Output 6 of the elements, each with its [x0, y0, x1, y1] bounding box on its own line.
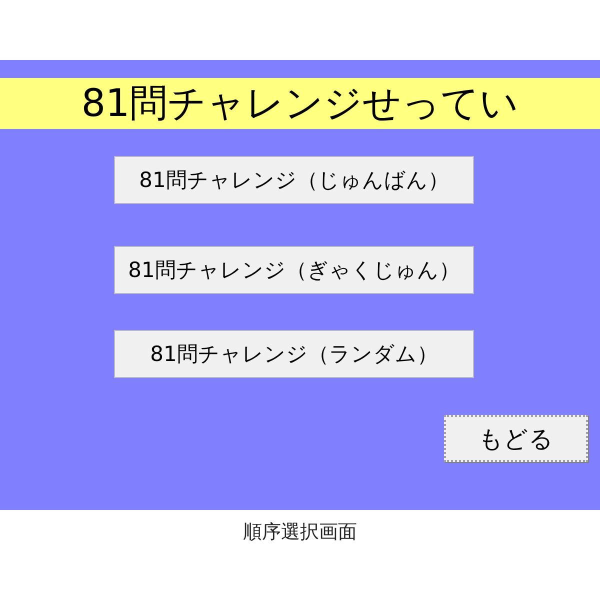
screen-caption: 順序選択画面: [243, 520, 357, 544]
challenge-button[interactable]: 81問チャレンジ（ランダム）: [114, 330, 474, 378]
challenge-button[interactable]: 81問チャレンジ（じゅんばん）: [114, 156, 474, 204]
back-button[interactable]: もどる: [444, 415, 588, 462]
challenge-button[interactable]: 81問チャレンジ（ぎゃくじゅん）: [114, 246, 474, 294]
title-banner: 81問チャレンジせってい: [0, 78, 600, 129]
